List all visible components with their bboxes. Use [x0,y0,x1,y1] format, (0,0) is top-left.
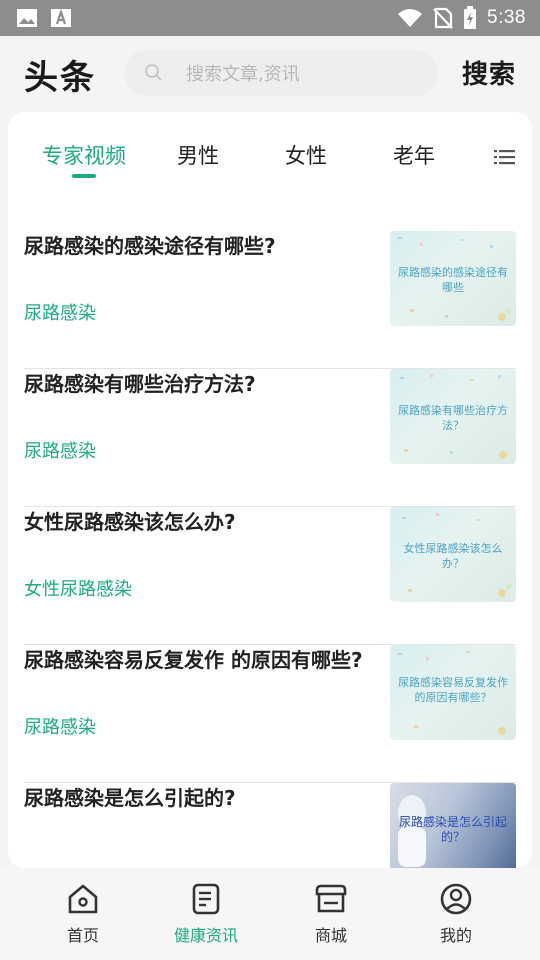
nav-label: 首页 [66,926,99,945]
thumbnail-caption: 尿路感染容易反复发作的原因有哪些？ [398,676,508,704]
article-title: 女性尿路感染该怎么办? [24,510,236,534]
content-card: 专家视频 男性 女性 老年 尿路感染的感染途径有哪些? 尿路感染 尿路感染的感染… [8,112,532,868]
search-input[interactable]: 搜索文章,资讯 [124,50,438,96]
article-tag[interactable]: 尿路感染 [24,713,96,739]
article-title: 尿路感染容易反复发作 的原因有哪些? [24,648,363,672]
article-tag[interactable]: 尿路感染 [24,299,96,325]
article-thumbnail: 尿路感染有哪些治疗方法？ [390,369,516,464]
nav-label: 我的 [439,926,472,945]
article-title: 尿路感染有哪些治疗方法? [24,372,256,396]
thumbnail-caption: 尿路感染是怎么引起的？ [398,815,507,844]
article-item[interactable]: 尿路感染容易反复发作 的原因有哪些? 尿路感染 尿路感染容易反复发作的原因有哪些… [24,645,516,783]
category-tabs: 专家视频 男性 女性 老年 [8,140,532,186]
thumbnail-caption: 女性尿路感染该怎么办？ [403,542,503,570]
article-thumbnail: 尿路感染的感染途径有哪些 [390,231,516,326]
search-icon [145,64,162,81]
image-icon [16,8,38,28]
no-sim-icon [433,7,453,29]
search-button[interactable]: 搜索 [462,54,516,91]
article-item[interactable]: 尿路感染是怎么引起的? 尿路感染是怎么引起的？ [24,783,516,868]
page-title: 头条 [24,58,96,98]
list-menu-icon[interactable] [494,147,516,167]
tab-male[interactable]: 男性 [177,140,219,170]
article-thumbnail: 尿路感染容易反复发作的原因有哪些？ [390,645,516,740]
article-title: 尿路感染是怎么引起的? [24,786,236,810]
news-document-icon [192,883,220,915]
nav-store[interactable]: 商城 [286,882,376,946]
header: 头条 搜索文章,资讯 搜索 [0,36,540,110]
thumbnail-caption: 尿路感染有哪些治疗方法？ [398,404,508,432]
thumbnail-caption: 尿路感染的感染途径有哪些 [398,266,508,294]
article-thumbnail: 女性尿路感染该怎么办？ [390,507,516,602]
tab-female[interactable]: 女性 [285,140,327,170]
tab-elderly[interactable]: 老年 [393,140,435,170]
article-item[interactable]: 尿路感染有哪些治疗方法? 尿路感染 尿路感染有哪些治疗方法？ [24,369,516,507]
search-placeholder: 搜索文章,资讯 [186,64,300,85]
nav-profile[interactable]: 我的 [411,882,501,946]
article-title: 尿路感染的感染途径有哪些? [24,234,276,258]
status-bar: 5:38 [0,0,540,36]
bottom-nav: 首页 健康资讯 商城 我的 [0,868,540,960]
nav-health-news[interactable]: 健康资讯 [161,882,251,946]
article-item[interactable]: 尿路感染的感染途径有哪些? 尿路感染 尿路感染的感染途径有哪些 [24,231,516,369]
tab-expert-video[interactable]: 专家视频 [42,140,126,170]
article-tag[interactable]: 女性尿路感染 [24,575,132,601]
a-text-icon [50,8,72,28]
nav-label: 商城 [314,926,347,945]
article-tag[interactable]: 尿路感染 [24,437,96,463]
store-icon [315,884,347,913]
nav-label: 健康资讯 [173,926,238,945]
wifi-icon [397,8,423,28]
article-thumbnail: 尿路感染是怎么引起的？ [390,783,516,868]
battery-charging-icon [463,6,477,30]
article-item[interactable]: 女性尿路感染该怎么办? 女性尿路感染 女性尿路感染该怎么办？ [24,507,516,645]
status-time: 5:38 [487,7,526,28]
nav-home[interactable]: 首页 [38,882,128,946]
active-tab-indicator [72,174,96,178]
user-profile-icon [440,883,472,915]
home-icon [68,884,98,914]
